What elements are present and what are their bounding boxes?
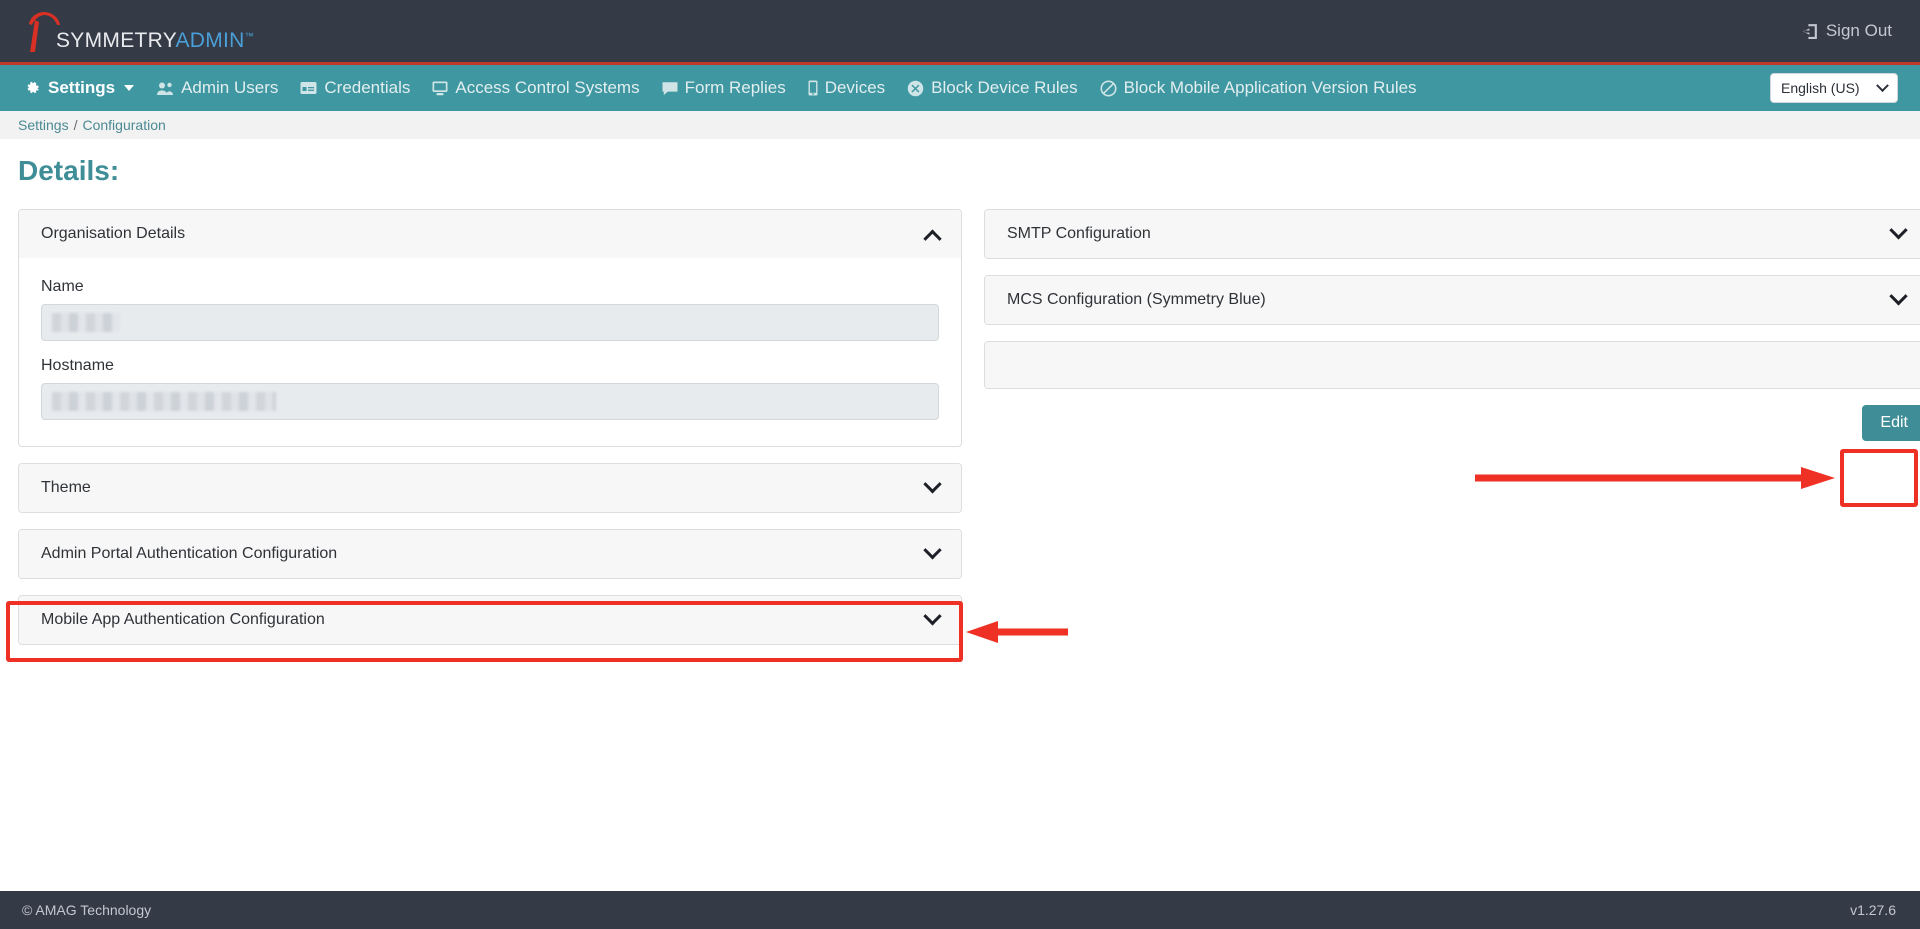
panel-organisation-details: Organisation Details Name Hostname xyxy=(18,209,962,447)
language-selector-value: English (US) xyxy=(1781,80,1860,96)
nav-item-block-device-rules-label: Block Device Rules xyxy=(931,78,1078,97)
field-hostname: Hostname xyxy=(41,357,939,420)
panel-organisation-details-title: Organisation Details xyxy=(41,225,186,242)
brand-trademark-symbol: ™ xyxy=(244,31,254,41)
chevron-down-icon[interactable] xyxy=(1889,286,1908,305)
nav-item-form-replies-label: Form Replies xyxy=(684,78,786,97)
panel-smtp-configuration: SMTP Configuration xyxy=(984,209,1920,259)
nav-item-block-mobile-application-version-rules[interactable]: Block Mobile Application Version Rules xyxy=(1100,78,1417,98)
breadcrumb-separator: / xyxy=(73,117,78,133)
panels-columns: Organisation Details Name Hostname Theme… xyxy=(18,209,1920,661)
panel-admin-portal-authentication-configuration-header[interactable]: Admin Portal Authentication Configuratio… xyxy=(19,530,961,578)
panel-organisation-details-header[interactable]: Organisation Details xyxy=(19,210,961,258)
chevron-up-icon[interactable] xyxy=(923,229,942,248)
redacted-value xyxy=(52,313,120,332)
name-input[interactable] xyxy=(41,304,939,341)
top-header-bar: SYMMETRYADMIN™ Sign Out xyxy=(0,0,1920,65)
footer-copyright: © AMAG Technology xyxy=(22,902,152,918)
nav-item-admin-users-label: Admin Users xyxy=(181,78,279,97)
hostname-input[interactable] xyxy=(41,383,939,420)
field-hostname-label: Hostname xyxy=(41,357,114,374)
panel-mobile-app-authentication-configuration: Mobile App Authentication Configuration xyxy=(18,595,962,645)
panel-theme-title: Theme xyxy=(41,479,91,496)
edit-button[interactable]: Edit xyxy=(1862,405,1920,441)
sign-out-button[interactable]: Sign Out xyxy=(1802,21,1892,41)
panel-mcs-configuration-title: MCS Configuration (Symmetry Blue) xyxy=(1007,291,1266,308)
nav-item-credentials[interactable]: Credentials xyxy=(300,78,410,98)
footer-version: v1.27.6 xyxy=(1850,902,1896,918)
caret-down-icon xyxy=(124,85,135,91)
edit-button-row: Edit xyxy=(984,405,1920,441)
mobile-icon xyxy=(808,80,818,96)
panel-mobile-app-authentication-configuration-header[interactable]: Mobile App Authentication Configuration xyxy=(19,596,961,644)
desktop-icon xyxy=(432,81,448,96)
chevron-down-icon[interactable] xyxy=(923,540,942,559)
panel-smtp-configuration-title: SMTP Configuration xyxy=(1007,225,1151,242)
nav-item-block-mobile-application-version-rules-label: Block Mobile Application Version Rules xyxy=(1123,78,1417,97)
nav-item-block-device-rules[interactable]: Block Device Rules xyxy=(907,78,1078,98)
page-content: Details: Organisation Details Name Hostn… xyxy=(0,139,1920,661)
chevron-down-icon[interactable] xyxy=(1889,220,1908,239)
page-title: Details: xyxy=(18,155,120,186)
brand-logo-area: SYMMETRYADMIN™ xyxy=(22,8,254,54)
main-navigation-bar: Settings Admin Users Credentials Access … xyxy=(0,65,1920,111)
nav-items-list: Settings Admin Users Credentials Access … xyxy=(24,78,1417,98)
chevron-down-icon[interactable] xyxy=(923,474,942,493)
panel-theme: Theme xyxy=(18,463,962,513)
symmetry-eagle-logo-icon xyxy=(22,8,70,54)
panel-mcs-configuration: MCS Configuration (Symmetry Blue) xyxy=(984,275,1920,325)
breadcrumb-link-configuration[interactable]: Configuration xyxy=(82,117,165,133)
panel-admin-portal-authentication-configuration: Admin Portal Authentication Configuratio… xyxy=(18,529,962,579)
comment-icon xyxy=(662,81,678,96)
redacted-value xyxy=(52,392,276,411)
panel-theme-header[interactable]: Theme xyxy=(19,464,961,512)
nav-item-admin-users[interactable]: Admin Users xyxy=(156,78,278,98)
right-column: SMTP Configuration MCS Configuration (Sy… xyxy=(984,209,1920,441)
gear-icon xyxy=(24,80,41,97)
footer-bar: © AMAG Technology v1.27.6 xyxy=(0,891,1920,929)
nav-item-devices-label: Devices xyxy=(824,78,886,97)
panel-blank-header[interactable] xyxy=(985,342,1920,388)
brand-symmetry-text: SYMMETRY xyxy=(56,29,176,52)
panel-organisation-details-body: Name Hostname xyxy=(19,258,961,446)
nav-item-credentials-label: Credentials xyxy=(324,78,411,97)
breadcrumb-link-settings[interactable]: Settings xyxy=(18,117,69,133)
field-name: Name xyxy=(41,278,939,341)
brand-admin-text: ADMIN xyxy=(175,29,245,52)
nav-item-access-control-systems[interactable]: Access Control Systems xyxy=(432,78,640,98)
language-selector[interactable]: English (US) xyxy=(1770,73,1898,103)
times-circle-icon xyxy=(907,80,924,97)
breadcrumb: Settings / Configuration xyxy=(0,111,1920,139)
nav-item-access-control-systems-label: Access Control Systems xyxy=(455,78,640,97)
app-window: SYMMETRYADMIN™ Sign Out Settings Admin U… xyxy=(0,0,1920,929)
sign-out-label: Sign Out xyxy=(1825,21,1892,40)
nav-item-devices[interactable]: Devices xyxy=(808,78,885,98)
nav-item-settings[interactable]: Settings xyxy=(24,78,135,98)
brand-title: SYMMETRYADMIN™ xyxy=(56,30,254,54)
field-name-label: Name xyxy=(41,278,84,295)
panel-blank xyxy=(984,341,1920,389)
panel-mobile-app-authentication-configuration-title: Mobile App Authentication Configuration xyxy=(41,611,325,628)
chevron-down-icon xyxy=(1876,78,1889,92)
users-icon xyxy=(156,81,174,96)
nav-item-settings-label: Settings xyxy=(48,78,116,97)
sign-out-icon xyxy=(1802,23,1819,40)
panel-admin-portal-authentication-configuration-title: Admin Portal Authentication Configuratio… xyxy=(41,545,338,562)
ban-icon xyxy=(1100,79,1117,97)
chevron-down-icon[interactable] xyxy=(923,606,942,625)
panel-mcs-configuration-header[interactable]: MCS Configuration (Symmetry Blue) xyxy=(985,276,1920,324)
id-card-icon xyxy=(300,81,317,95)
left-column: Organisation Details Name Hostname Theme… xyxy=(18,209,962,661)
panel-smtp-configuration-header[interactable]: SMTP Configuration xyxy=(985,210,1920,258)
nav-item-form-replies[interactable]: Form Replies xyxy=(662,78,786,98)
